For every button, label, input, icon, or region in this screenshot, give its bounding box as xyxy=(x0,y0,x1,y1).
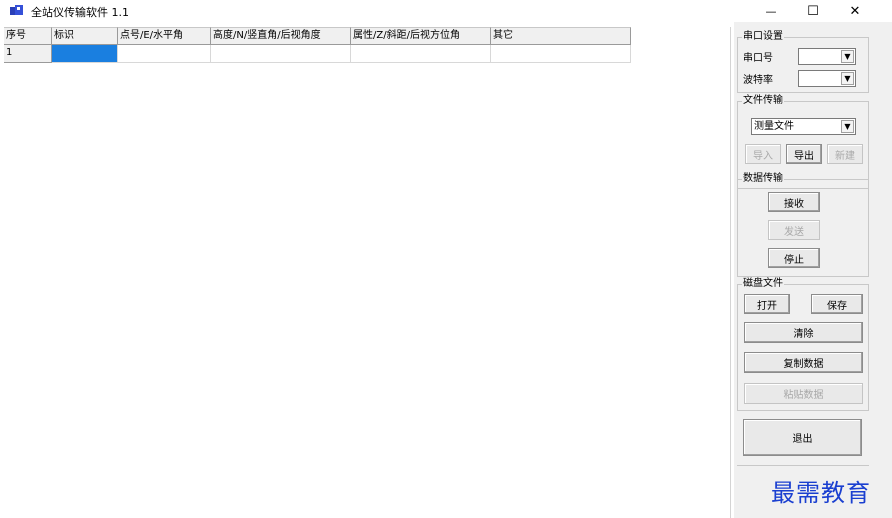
import-button[interactable]: 导入 xyxy=(745,144,781,164)
exit-button[interactable]: 退出 xyxy=(743,419,862,456)
baud-select[interactable]: ▼ xyxy=(798,70,856,87)
export-button[interactable]: 导出 xyxy=(786,144,822,164)
table-cell[interactable] xyxy=(118,45,211,63)
copy-data-button[interactable]: 复制数据 xyxy=(744,352,863,373)
baud-label: 波特率 xyxy=(743,75,773,86)
column-header-attribute[interactable]: 属性/Z/斜距/后视方位角 xyxy=(351,27,491,45)
close-button[interactable]: ✕ xyxy=(834,0,876,22)
clear-button[interactable]: 清除 xyxy=(744,322,863,343)
divider xyxy=(737,465,869,466)
paste-data-button[interactable]: 粘贴数据 xyxy=(744,383,863,404)
maximize-button[interactable]: ☐ xyxy=(792,0,834,22)
watermark-text: 最需教育 xyxy=(771,479,871,507)
disk-file-title: 磁盘文件 xyxy=(742,278,784,290)
control-panel: 串口设置 串口号 ▼ 波特率 ▼ 文件传输 测量文件 ▼ 导入 导出 新建 数据… xyxy=(734,22,892,518)
minimize-button[interactable]: — xyxy=(750,0,792,22)
app-cube-icon xyxy=(10,5,23,15)
chevron-down-icon[interactable]: ▼ xyxy=(841,72,854,85)
table-cell[interactable] xyxy=(211,45,351,63)
window-title: 全站仪传输软件 1.1 xyxy=(31,6,129,19)
file-type-value: 测量文件 xyxy=(754,121,794,132)
file-transfer-title: 文件传输 xyxy=(742,95,784,107)
chevron-down-icon[interactable]: ▼ xyxy=(841,50,854,63)
port-label: 串口号 xyxy=(743,53,773,64)
minimize-icon: — xyxy=(765,4,777,18)
serial-settings-group: 串口设置 串口号 ▼ 波特率 ▼ xyxy=(737,31,869,93)
disk-file-group: 磁盘文件 打开 保存 清除 复制数据 粘贴数据 xyxy=(737,278,869,411)
file-type-select[interactable]: 测量文件 ▼ xyxy=(751,118,856,135)
maximize-icon: ☐ xyxy=(807,3,819,19)
table-cell[interactable] xyxy=(491,45,631,63)
close-icon: ✕ xyxy=(849,3,861,19)
stop-button[interactable]: 停止 xyxy=(768,248,820,268)
table-row: 1 xyxy=(4,45,631,63)
save-button[interactable]: 保存 xyxy=(811,294,863,314)
port-select[interactable]: ▼ xyxy=(798,48,856,65)
row-header[interactable]: 1 xyxy=(4,45,52,63)
data-grid[interactable]: 序号 标识 点号/E/水平角 高度/N/竖直角/后视角度 属性/Z/斜距/后视方… xyxy=(4,27,734,518)
send-button[interactable]: 发送 xyxy=(768,220,820,240)
data-transfer-title: 数据传输 xyxy=(742,173,784,185)
title-bar: 全站仪传输软件 1.1 — ☐ ✕ xyxy=(0,0,892,22)
column-header-height[interactable]: 高度/N/竖直角/后视角度 xyxy=(211,27,351,45)
column-header-other[interactable]: 其它 xyxy=(491,27,631,45)
column-header-point[interactable]: 点号/E/水平角 xyxy=(118,27,211,45)
grid-divider xyxy=(730,27,731,518)
open-button[interactable]: 打开 xyxy=(744,294,790,314)
data-transfer-group: 数据传输 接收 发送 停止 xyxy=(737,173,869,277)
receive-button[interactable]: 接收 xyxy=(768,192,820,212)
chevron-down-icon[interactable]: ▼ xyxy=(841,120,854,133)
column-header-id[interactable]: 标识 xyxy=(52,27,118,45)
serial-settings-title: 串口设置 xyxy=(742,31,784,43)
table-cell[interactable] xyxy=(351,45,491,63)
new-button[interactable]: 新建 xyxy=(827,144,863,164)
grid-header: 序号 标识 点号/E/水平角 高度/N/竖直角/后视角度 属性/Z/斜距/后视方… xyxy=(4,27,631,45)
column-header-index[interactable]: 序号 xyxy=(4,27,52,45)
table-cell-selected[interactable] xyxy=(52,45,118,63)
